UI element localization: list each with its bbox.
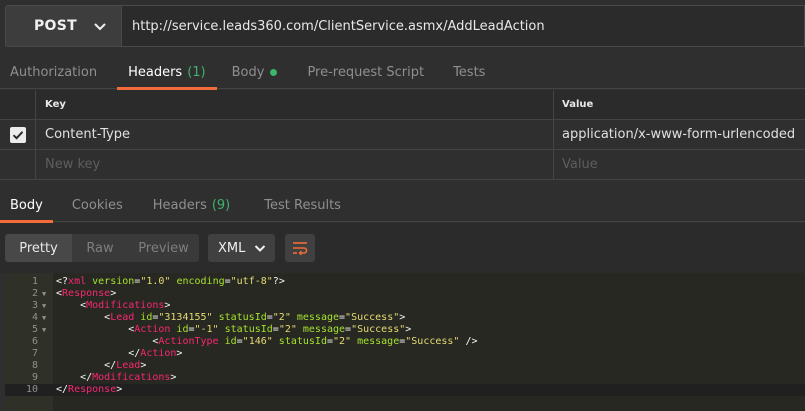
raw-button[interactable]: Raw (72, 234, 128, 262)
request-tabs: Authorization Headers (1) Body Pre-reque… (0, 55, 805, 90)
headers-table: Key Value Content-Type application/x-www… (0, 90, 805, 180)
tab-response-headers[interactable]: Headers (9) (153, 188, 231, 222)
line-number: 8 (31, 360, 38, 371)
code-line: 1 <?xml version="1.0" encoding="utf-8"?> (5, 276, 805, 288)
response-toolbar: Pretty Raw Preview XML (0, 223, 805, 273)
tab-label: Headers (152, 197, 207, 213)
format-dropdown[interactable]: XML (208, 234, 275, 262)
column-header-value: Value (562, 99, 594, 110)
tab-body[interactable]: Body (232, 55, 278, 89)
header-enabled-checkbox[interactable] (9, 126, 26, 143)
url-input[interactable]: http://service.leads360.com/ClientServic… (122, 5, 805, 47)
headers-count: (1) (187, 64, 206, 80)
format-label: XML (218, 240, 246, 256)
row-checkbox-cell (0, 150, 36, 179)
code-line: 9 </Modifications> (5, 372, 805, 384)
code-line: 5 ▼ <Action id="-1" statusId="2" message=… (5, 324, 805, 336)
tab-label: Headers (128, 64, 183, 80)
tab-label: Test Results (264, 197, 341, 213)
code-line: 3 ▼ <Modifications> (5, 300, 805, 312)
line-number: 1 (31, 276, 38, 287)
chevron-down-icon (255, 245, 266, 252)
check-icon (12, 130, 23, 140)
code-line: 7 </Action> (5, 348, 805, 360)
code-text: <Modifications> (56, 300, 171, 311)
method-label: POST (34, 18, 77, 34)
view-mode-group: Pretty Raw Preview (5, 234, 199, 262)
request-bar: POST http://service.leads360.com/ClientS… (5, 5, 805, 47)
code-text: </Response> (56, 384, 123, 395)
table-header: Key Value (0, 90, 805, 120)
line-number: 6 (31, 336, 38, 347)
tab-response-body[interactable]: Body (0, 188, 53, 223)
code-line: 4 ▼ <Lead id="3134155" statusId="2" messa… (5, 312, 805, 324)
code-line: 6 <ActionType id="146" statusId="2" mess… (5, 336, 805, 348)
line-number: 5 (31, 324, 38, 335)
code-text: <Response> (56, 288, 117, 299)
response-headers-count: (9) (211, 197, 231, 213)
body-status-dot (270, 68, 278, 76)
tab-label: Pre-request Script (307, 64, 425, 80)
tab-label: Authorization (10, 64, 98, 80)
header-key-field[interactable]: Content-Type (36, 120, 554, 149)
table-row-new: New key Value (0, 150, 805, 180)
code-line: 10 </Response> (5, 384, 805, 396)
fold-arrow-icon[interactable]: ▼ (42, 300, 46, 312)
code-text: </Lead> (56, 360, 147, 371)
tab-pre-request-script[interactable]: Pre-request Script (307, 55, 424, 89)
checkbox-column (0, 90, 36, 119)
line-number: 2 (31, 288, 38, 299)
row-checkbox-cell (0, 120, 36, 149)
new-value-input[interactable]: Value (554, 150, 805, 179)
wrap-lines-icon (293, 242, 308, 255)
code-text: </Modifications> (56, 372, 177, 383)
line-number: 7 (31, 348, 38, 359)
tab-label: Cookies (71, 197, 123, 213)
pretty-button[interactable]: Pretty (5, 234, 72, 262)
tab-authorization[interactable]: Authorization (10, 55, 97, 89)
code-line: 2 ▼ <Response> (5, 288, 805, 300)
tab-label: Body (231, 64, 265, 80)
tab-test-results[interactable]: Test Results (264, 188, 341, 222)
tab-cookies[interactable]: Cookies (72, 188, 123, 222)
fold-arrow-icon[interactable]: ▼ (42, 288, 46, 300)
code-text: <Action id="-1" statusId="2" message="Su… (56, 324, 412, 335)
code-text: </Action> (56, 348, 183, 359)
wrap-lines-button[interactable] (285, 234, 315, 262)
tab-label: Tests (453, 64, 486, 80)
code-text: <?xml version="1.0" encoding="utf-8"?> (56, 276, 285, 287)
tab-headers[interactable]: Headers (1) (117, 55, 217, 90)
chevron-down-icon (94, 23, 106, 31)
code-text: <ActionType id="146" statusId="2" messag… (56, 336, 478, 347)
table-row: Content-Type application/x-www-form-urle… (0, 120, 805, 150)
tab-label: Body (10, 197, 43, 213)
tab-tests[interactable]: Tests (453, 55, 485, 89)
method-dropdown[interactable]: POST (5, 5, 122, 47)
line-number: 10 (25, 384, 38, 395)
line-number: 3 (31, 300, 38, 311)
preview-button[interactable]: Preview (128, 234, 199, 262)
line-number: 9 (31, 372, 38, 383)
fold-arrow-icon[interactable]: ▼ (42, 324, 46, 336)
code-text: <Lead id="3134155" statusId="2" message=… (56, 312, 406, 323)
new-key-input[interactable]: New key (36, 150, 554, 179)
header-value-field[interactable]: application/x-www-form-urlencoded (554, 120, 805, 149)
fold-arrow-icon[interactable]: ▼ (42, 312, 46, 324)
code-line: 8 </Lead> (5, 360, 805, 372)
response-code-editor[interactable]: 1 <?xml version="1.0" encoding="utf-8"?> 2… (5, 273, 805, 411)
response-tabs: Body Cookies Headers (9) Test Results (0, 188, 805, 223)
line-number: 4 (31, 312, 38, 323)
column-header-key: Key (36, 90, 554, 119)
